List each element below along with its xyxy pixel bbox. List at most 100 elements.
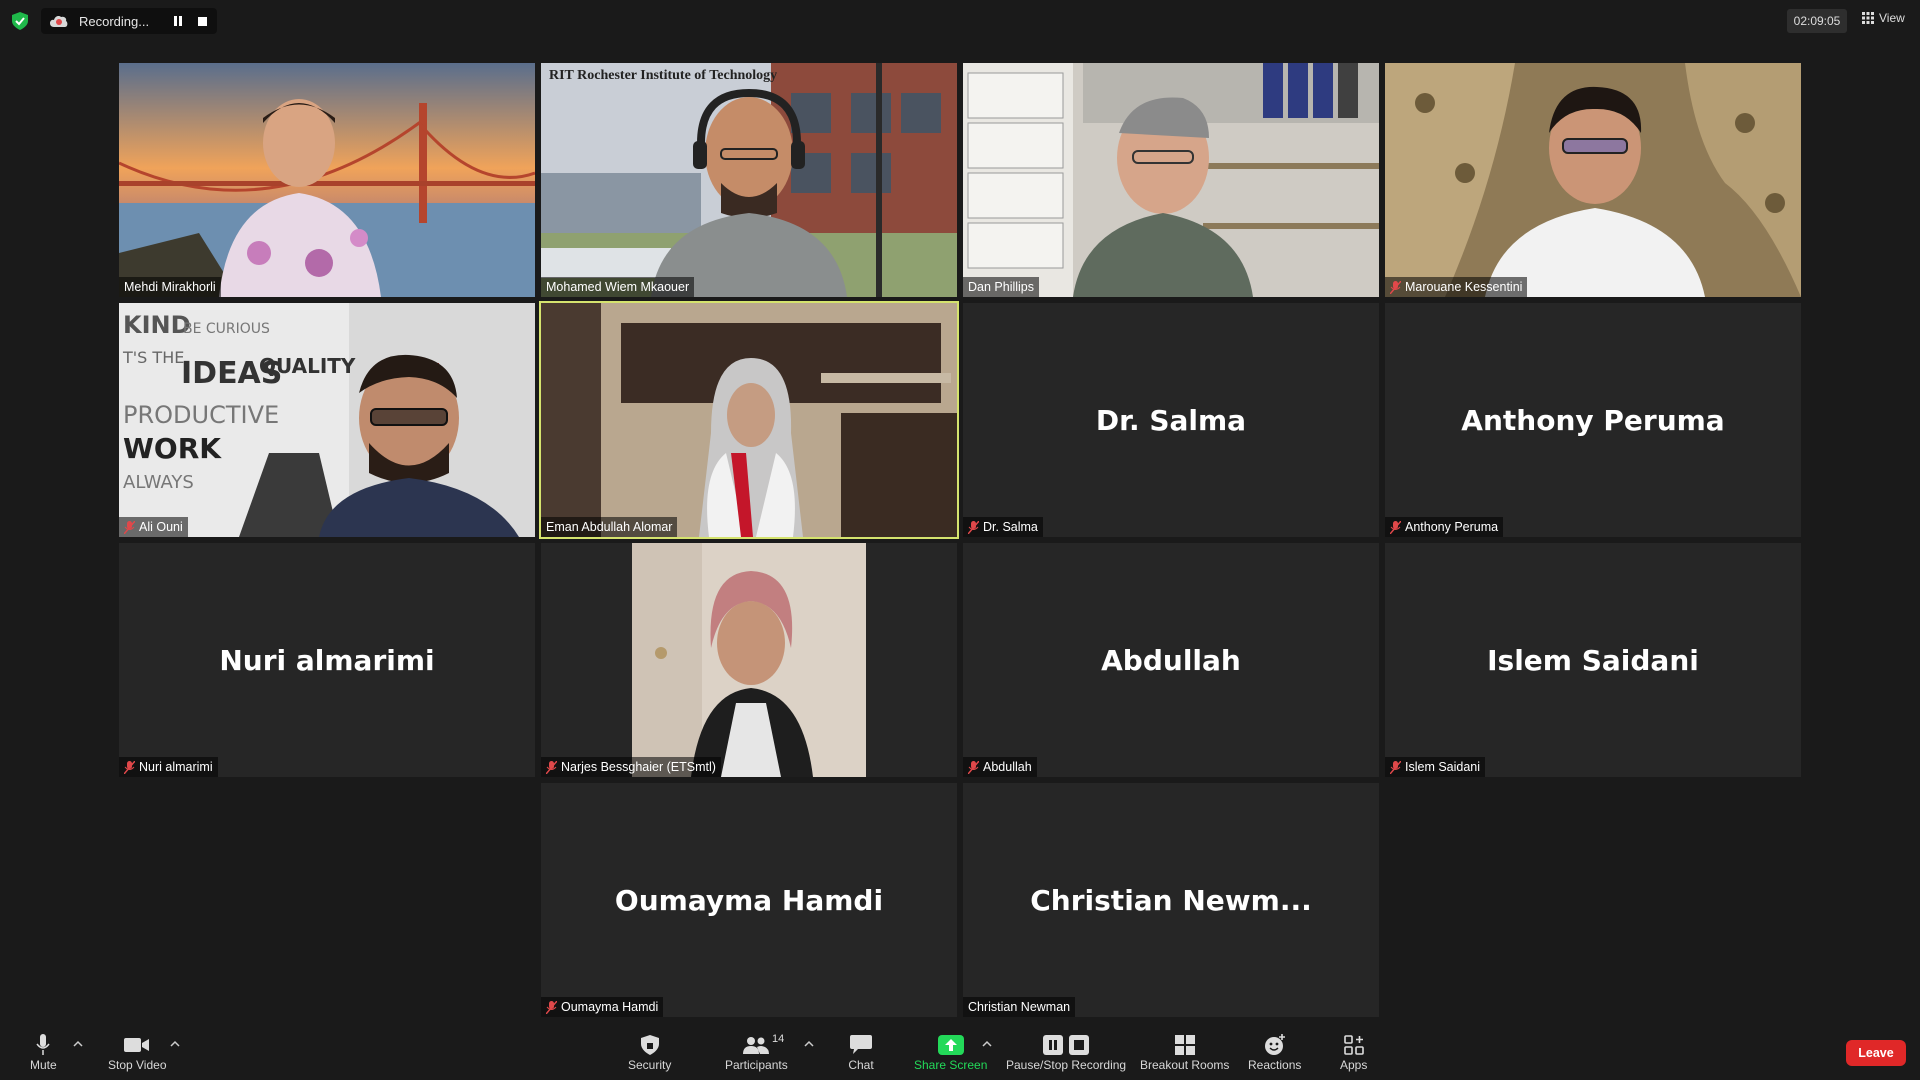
muted-mic-icon <box>1390 280 1401 294</box>
video-tile[interactable]: Mehdi Mirakhorli <box>119 63 535 297</box>
svg-text:KIND: KIND <box>123 311 191 339</box>
participant-name: Christian Newman <box>968 1000 1071 1014</box>
video-tile[interactable]: Anthony Peruma Anthony Peruma <box>1385 303 1801 537</box>
meeting-timer: 02:09:05 <box>1787 9 1847 33</box>
video-tile[interactable]: Dr. Salma Dr. Salma <box>963 303 1379 537</box>
recording-label: Recording... <box>79 13 150 29</box>
participant-display-name: Abdullah <box>1101 643 1241 677</box>
muted-mic-icon <box>124 520 135 534</box>
participant-name: Mohamed Wiem Mkaouer <box>546 280 690 294</box>
participant-name: Islem Saidani <box>1405 760 1481 774</box>
muted-mic-icon <box>1390 520 1401 534</box>
participant-display-name: Christian Newm... <box>1030 883 1312 917</box>
participant-name-label: Eman Abdullah Alomar <box>541 517 678 537</box>
participant-name-label: Abdullah <box>963 757 1037 777</box>
apps-icon <box>1343 1035 1364 1055</box>
svg-text:QUALITY: QUALITY <box>259 354 356 378</box>
participant-name: Nuri almarimi <box>139 760 213 774</box>
participant-display-name: Anthony Peruma <box>1461 403 1725 437</box>
video-tile[interactable]: Abdullah Abdullah <box>963 543 1379 777</box>
muted-mic-icon <box>1390 760 1401 774</box>
video-tile[interactable]: RIT Rochester Institute of Technology Mo… <box>541 63 957 297</box>
svg-text:ALWAYS: ALWAYS <box>123 472 194 493</box>
participant-display-name: Oumayma Hamdi <box>614 883 884 917</box>
participant-name-label: Mehdi Mirakhorli <box>119 277 221 297</box>
video-tile[interactable]: Nuri almarimi Nuri almarimi <box>119 543 535 777</box>
chat-bubble-icon <box>850 1035 872 1054</box>
video-tile[interactable]: Marouane Kessentini <box>1385 63 1801 297</box>
pause-recording-icon[interactable] <box>172 16 184 26</box>
meeting-toolbar: Mute Stop Video Security Participants 14… <box>0 1020 1920 1080</box>
share-options-chevron-up-icon[interactable] <box>982 1040 992 1048</box>
participant-name-label: Mohamed Wiem Mkaouer <box>541 277 695 297</box>
chat-label: Chat <box>848 1058 874 1072</box>
participant-video <box>541 303 957 537</box>
participant-display-name: Dr. Salma <box>1095 403 1247 437</box>
participant-name: Oumayma Hamdi <box>561 1000 659 1014</box>
share-screen-icon <box>937 1035 964 1055</box>
microphone-icon <box>36 1034 50 1055</box>
share-screen-button[interactable]: Share Screen <box>914 1034 987 1072</box>
stop-video-label: Stop Video <box>108 1058 167 1072</box>
recording-indicator: Recording... <box>41 8 217 34</box>
leave-button[interactable]: Leave <box>1846 1040 1906 1066</box>
muted-mic-icon <box>124 760 135 774</box>
muted-mic-icon <box>968 760 979 774</box>
security-button[interactable]: Security <box>628 1034 671 1072</box>
participant-name: Mehdi Mirakhorli <box>124 280 216 294</box>
svg-text:WORK: WORK <box>123 432 222 465</box>
participant-display-name: Islem Saidani <box>1487 643 1699 677</box>
participant-name-label: Dan Phillips <box>963 277 1040 297</box>
stop-recording-icon[interactable] <box>198 17 207 26</box>
breakout-rooms-label: Breakout Rooms <box>1140 1058 1230 1072</box>
pause-stop-recording-icon <box>1043 1035 1090 1055</box>
participant-video: RIT Rochester Institute of Technology <box>541 63 957 297</box>
svg-text:T'S THE: T'S THE <box>122 348 184 367</box>
pause-stop-recording-button[interactable]: Pause/Stop Recording <box>1006 1034 1126 1072</box>
share-screen-label: Share Screen <box>914 1058 988 1072</box>
encryption-shield-icon[interactable] <box>12 12 28 30</box>
video-tile[interactable]: Dan Phillips <box>963 63 1379 297</box>
participant-name: Ali Ouni <box>139 520 183 534</box>
participant-name-label: Christian Newman <box>963 997 1076 1017</box>
stop-video-button[interactable]: Stop Video <box>108 1034 167 1072</box>
video-options-chevron-up-icon[interactable] <box>170 1040 180 1048</box>
chat-button[interactable]: Chat <box>848 1034 874 1072</box>
participant-name-label: Oumayma Hamdi <box>541 997 664 1017</box>
security-label: Security <box>628 1058 672 1072</box>
participants-options-chevron-up-icon[interactable] <box>804 1040 814 1048</box>
video-tile[interactable]: Christian Newm... Christian Newman <box>963 783 1379 1017</box>
svg-text:PRODUCTIVE: PRODUCTIVE <box>123 401 279 429</box>
participant-video <box>1385 63 1801 297</box>
participant-name-label: Narjes Bessghaier (ETSmtl) <box>541 757 721 777</box>
video-tile[interactable]: KIND BE CURIOUS T'S THE IDEAS QUALITY PR… <box>119 303 535 537</box>
participant-video <box>963 63 1379 297</box>
muted-mic-icon <box>546 760 557 774</box>
reactions-button[interactable]: Reactions <box>1248 1034 1301 1072</box>
view-button[interactable]: View <box>1862 11 1905 25</box>
participant-name: Dan Phillips <box>968 280 1035 294</box>
video-tile[interactable]: Oumayma Hamdi Oumayma Hamdi <box>541 783 957 1017</box>
audio-options-chevron-up-icon[interactable] <box>73 1040 83 1048</box>
video-tile-active-speaker[interactable]: Eman Abdullah Alomar <box>539 301 959 539</box>
apps-label: Apps <box>1340 1058 1368 1072</box>
participant-name: Eman Abdullah Alomar <box>546 520 673 534</box>
participant-name: Narjes Bessghaier (ETSmtl) <box>561 760 716 774</box>
participant-name-label: Marouane Kessentini <box>1385 277 1528 297</box>
video-tile[interactable]: Islem Saidani Islem Saidani <box>1385 543 1801 777</box>
video-tile[interactable]: Narjes Bessghaier (ETSmtl) <box>541 543 957 777</box>
breakout-rooms-button[interactable]: Breakout Rooms <box>1140 1034 1229 1072</box>
mute-button[interactable]: Mute <box>30 1034 57 1072</box>
rit-watermark: RIT Rochester Institute of Technology <box>549 68 777 83</box>
participant-count: 14 <box>772 1033 785 1045</box>
participant-video <box>541 543 957 777</box>
participant-name: Marouane Kessentini <box>1405 280 1523 294</box>
participant-name: Dr. Salma <box>983 520 1038 534</box>
grid-view-icon <box>1862 12 1874 24</box>
video-camera-icon <box>124 1038 150 1052</box>
apps-button[interactable]: Apps <box>1340 1034 1367 1072</box>
participants-label: Participants <box>725 1058 788 1072</box>
mute-label: Mute <box>30 1058 57 1072</box>
security-shield-icon <box>640 1035 659 1055</box>
participant-name: Anthony Peruma <box>1405 520 1499 534</box>
